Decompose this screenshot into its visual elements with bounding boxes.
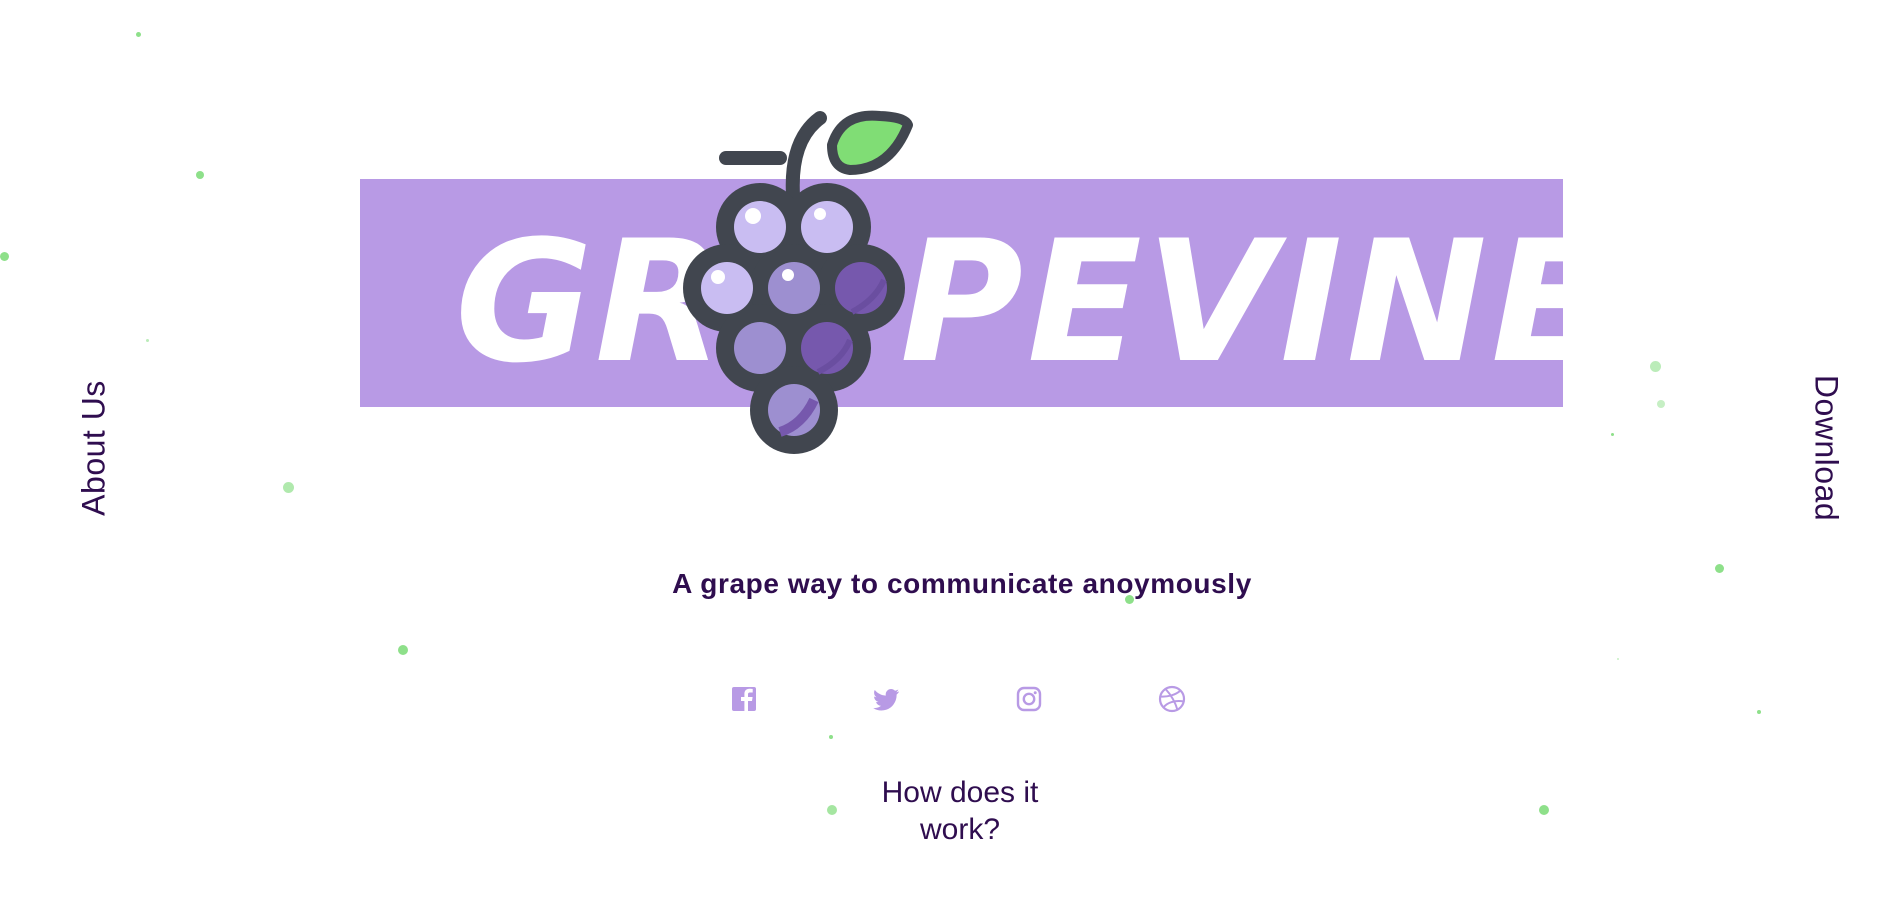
dribbble-icon[interactable] bbox=[1157, 684, 1187, 714]
facebook-icon[interactable] bbox=[729, 684, 759, 714]
how-it-works-link[interactable]: How does it work? bbox=[860, 774, 1060, 848]
landing-page: About Us Download GR PEVINE A grape way … bbox=[0, 0, 1894, 905]
social-links bbox=[0, 684, 1894, 720]
grape-bunch-icon bbox=[683, 110, 913, 454]
instagram-icon[interactable] bbox=[1014, 684, 1044, 714]
twitter-icon[interactable] bbox=[871, 684, 901, 714]
tagline: A grape way to communicate anoymously bbox=[672, 568, 1252, 599]
